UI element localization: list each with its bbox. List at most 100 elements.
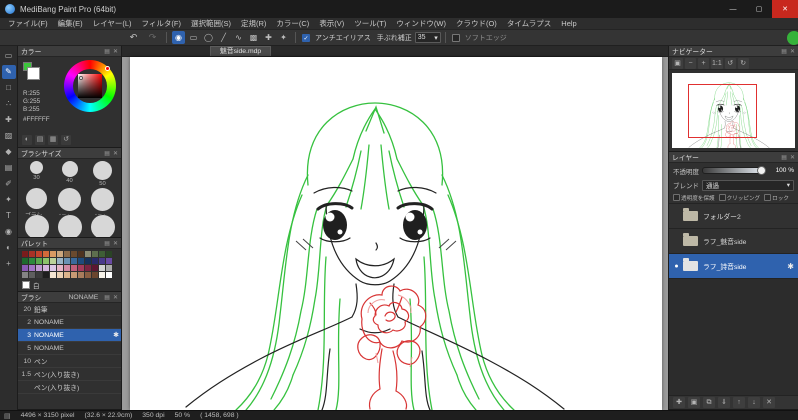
- palette-swatch-14[interactable]: [29, 258, 35, 264]
- panel-menu-icon[interactable]: ▤: [104, 240, 110, 247]
- brush-size-item-5[interactable]: ブラシ…: [86, 188, 119, 215]
- rotate-left-icon[interactable]: ↺: [724, 57, 736, 69]
- palette-swatch-12[interactable]: [106, 251, 112, 257]
- slider-view-icon[interactable]: ▤: [35, 135, 45, 145]
- move-tool[interactable]: ✚: [2, 113, 16, 127]
- layer-row-2[interactable]: ● ラフ_詩音side ✱: [669, 254, 798, 279]
- hand-tool[interactable]: ◐: [2, 241, 16, 255]
- brush-row-1[interactable]: 2 NONAME: [18, 316, 121, 329]
- brush-row-0[interactable]: 20 鉛筆: [18, 303, 121, 316]
- layer-row-1[interactable]: ラフ_魅音side: [669, 229, 798, 254]
- menu-item-11[interactable]: タイムラプス: [502, 18, 556, 30]
- antialias-checkbox[interactable]: ✓: [302, 33, 310, 42]
- menu-item-10[interactable]: クラウド(O): [451, 18, 502, 30]
- fill-tool[interactable]: ▨: [2, 129, 16, 143]
- brush-row-5[interactable]: 1.5 ペン(入り抜き): [18, 368, 121, 381]
- brush-panel-header[interactable]: ブラシ NONAME ▤ ✕: [18, 292, 121, 303]
- ellipse-mode-icon[interactable]: ◯: [202, 31, 215, 44]
- menu-item-1[interactable]: 編集(E): [53, 18, 88, 30]
- palette-swatch-29[interactable]: [43, 265, 49, 271]
- undo-icon[interactable]: ↶: [126, 31, 141, 44]
- opacity-slider-handle[interactable]: [757, 166, 766, 175]
- palette-swatch-48[interactable]: [85, 272, 91, 278]
- sv-marker[interactable]: [79, 76, 83, 80]
- palette-swatch-36[interactable]: [92, 265, 98, 271]
- brush-size-item-6[interactable]: [20, 215, 53, 237]
- brush-size-panel-header[interactable]: ブラシサイズ ▤ ✕: [18, 148, 121, 159]
- curve-mode-icon[interactable]: ∿: [232, 31, 245, 44]
- layer-panel-header[interactable]: レイヤー ▤ ✕: [669, 152, 798, 163]
- menu-item-2[interactable]: レイヤー(L): [88, 18, 137, 30]
- palette-swatch-33[interactable]: [71, 265, 77, 271]
- palette-swatch-47[interactable]: [78, 272, 84, 278]
- brush-size-item-4[interactable]: ブラシコ…: [53, 188, 86, 215]
- close-button[interactable]: ✕: [772, 0, 798, 18]
- clipping-checkbox[interactable]: [718, 194, 726, 201]
- palette-white-swatch[interactable]: [22, 281, 30, 289]
- wheel-view-icon[interactable]: ◐: [22, 135, 32, 145]
- palette-swatch-35[interactable]: [85, 265, 91, 271]
- layer-row-0[interactable]: フォルダー2: [669, 204, 798, 229]
- select-pen-tool[interactable]: ✐: [2, 177, 16, 191]
- palette-swatch-1[interactable]: [29, 251, 35, 257]
- text-tool[interactable]: T: [2, 209, 16, 223]
- palette-swatch-51[interactable]: [106, 272, 112, 278]
- eraser-tool[interactable]: □: [2, 81, 16, 95]
- duplicate-layer-icon[interactable]: ⧉: [703, 397, 715, 408]
- palette-white-row[interactable]: 白: [22, 280, 121, 290]
- hue-marker[interactable]: [105, 66, 110, 71]
- brush-size-item-3[interactable]: ブラシ…: [20, 188, 53, 215]
- palette-swatch-49[interactable]: [92, 272, 98, 278]
- zoom-out-icon[interactable]: −: [685, 57, 696, 69]
- palette-swatch-11[interactable]: [99, 251, 105, 257]
- document-tab[interactable]: 魅音side.mdp: [210, 46, 272, 56]
- brush-size-item-7[interactable]: [53, 215, 86, 237]
- palette-swatch-13[interactable]: [22, 258, 28, 264]
- palette-swatch-39[interactable]: [22, 272, 28, 278]
- panel-close-icon[interactable]: ✕: [113, 240, 118, 247]
- brush-size-item-1[interactable]: 40: [53, 161, 86, 188]
- stabilizer-select[interactable]: 35 ▾: [414, 32, 441, 43]
- palette-swatch-38[interactable]: [106, 265, 112, 271]
- palette-swatch-26[interactable]: [22, 265, 28, 271]
- merge-down-icon[interactable]: ⇓: [718, 397, 730, 408]
- lock-option[interactable]: ロック: [764, 194, 789, 202]
- fill-mode-icon[interactable]: ▩: [247, 31, 260, 44]
- palette-swatch-25[interactable]: [106, 258, 112, 264]
- palette-swatch-30[interactable]: [50, 265, 56, 271]
- grid-view-icon[interactable]: ▦: [48, 135, 58, 145]
- maximize-button[interactable]: ▢: [746, 0, 772, 18]
- menu-item-12[interactable]: Help: [556, 18, 581, 30]
- panel-menu-icon[interactable]: ▤: [781, 154, 787, 161]
- rotate-right-icon[interactable]: ↻: [737, 57, 749, 69]
- palette-swatch-24[interactable]: [99, 258, 105, 264]
- palette-swatch-42[interactable]: [43, 272, 49, 278]
- panel-menu-icon[interactable]: ▤: [104, 150, 110, 157]
- eyedropper-tool[interactable]: ◉: [2, 225, 16, 239]
- palette-swatch-5[interactable]: [57, 251, 63, 257]
- gradient-tool[interactable]: ▤: [2, 161, 16, 175]
- palette-swatch-28[interactable]: [36, 265, 42, 271]
- palette-swatch-44[interactable]: [57, 272, 63, 278]
- layer-up-icon[interactable]: ↑: [733, 397, 745, 408]
- panel-close-icon[interactable]: ✕: [113, 150, 118, 157]
- protect-alpha-option[interactable]: 透明度を保護: [673, 194, 715, 202]
- new-folder-icon[interactable]: ▣: [688, 397, 700, 408]
- rect-mode-icon[interactable]: ▭: [187, 31, 200, 44]
- panel-menu-icon[interactable]: ▤: [104, 294, 110, 301]
- palette-swatch-41[interactable]: [36, 272, 42, 278]
- palette-swatch-37[interactable]: [99, 265, 105, 271]
- lock-checkbox[interactable]: [764, 194, 772, 201]
- brush-tool[interactable]: ✎: [1, 65, 16, 79]
- pen-mode-icon[interactable]: ◉: [172, 31, 185, 44]
- magic-wand-tool[interactable]: ✦: [2, 193, 16, 207]
- palette-swatch-50[interactable]: [99, 272, 105, 278]
- palette-panel-header[interactable]: パレット ▤ ✕: [18, 238, 121, 249]
- clipping-option[interactable]: クリッピング: [718, 194, 760, 202]
- brush-size-item-8[interactable]: [86, 215, 119, 237]
- palette-swatch-34[interactable]: [78, 265, 84, 271]
- palette-swatch-46[interactable]: [71, 272, 77, 278]
- palette-swatch-32[interactable]: [64, 265, 70, 271]
- foreground-color-swatch[interactable]: [27, 67, 40, 80]
- drawing-canvas[interactable]: [130, 57, 662, 410]
